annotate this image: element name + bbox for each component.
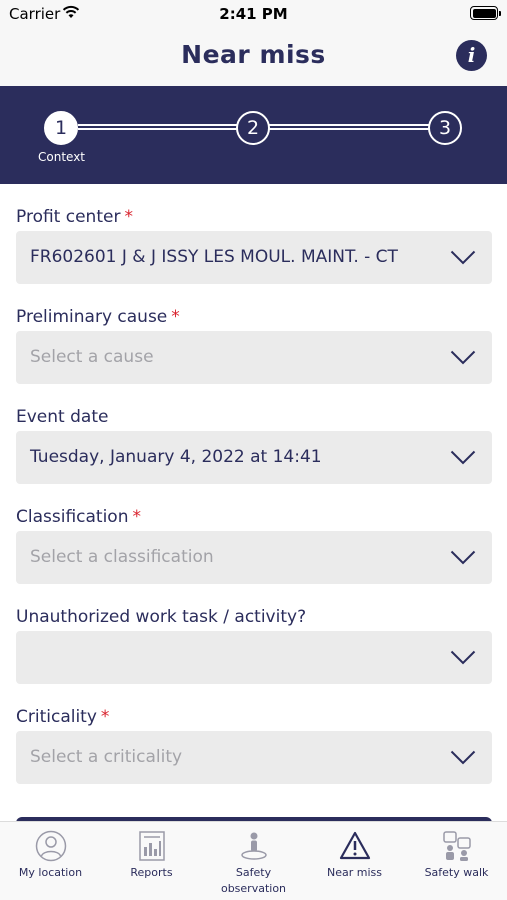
classification-label: Classification * [16,507,141,527]
step-1-circle[interactable]: 1 [44,111,78,145]
required-marker: * [100,707,110,727]
tab-safety-walk[interactable]: Safety walk [406,830,507,881]
required-marker: * [132,507,141,527]
classification-placeholder: Select a classification [30,547,214,567]
required-marker: * [171,307,180,327]
person-circle-icon [35,830,66,862]
event-date-value: Tuesday, January 4, 2022 at 14:41 [30,447,322,467]
page-title: Near miss [181,40,326,69]
safety-walk-icon [442,831,471,861]
tab-label: Reports [130,866,173,879]
tab-near-miss[interactable]: Near miss [304,830,405,881]
preliminary-cause-placeholder: Select a cause [30,347,154,367]
chevron-down-icon [450,350,476,365]
criticality-select[interactable]: Select a criticality [16,731,492,784]
chevron-down-icon [450,750,476,765]
tab-bar: My location Reports Safety observation N… [0,821,507,900]
bar-chart-icon [138,831,165,861]
step-2-circle[interactable]: 2 [236,111,270,145]
tab-label: Safety observation [220,866,287,895]
preliminary-cause-select[interactable]: Select a cause [16,331,492,384]
info-icon[interactable]: i [456,40,487,71]
stepper-connector [78,124,240,130]
tab-label: Near miss [327,866,382,879]
step-1-label: Context [38,150,86,164]
status-bar: Carrier 2:41 PM [0,0,507,28]
required-marker: * [124,207,133,227]
profit-center-value: FR602601 J & J ISSY LES MOUL. MAINT. - C… [30,247,398,267]
tab-label: My location [18,866,83,879]
chevron-down-icon [450,250,476,265]
chevron-down-icon [450,650,476,665]
chevron-down-icon [450,450,476,465]
profit-center-label: Profit center * [16,207,133,227]
criticality-placeholder: Select a criticality [30,747,183,767]
event-date-select[interactable]: Tuesday, January 4, 2022 at 14:41 [16,431,492,484]
unauthorized-task-label: Unauthorized work task / activity? [16,607,307,627]
status-time: 2:41 PM [219,5,288,23]
battery-icon [470,6,501,20]
profit-center-select[interactable]: FR602601 J & J ISSY LES MOUL. MAINT. - C… [16,231,492,284]
tab-reports[interactable]: Reports [101,830,202,881]
preliminary-cause-label: Preliminary cause * [16,307,180,327]
step-3-circle[interactable]: 3 [428,111,462,145]
tab-my-location[interactable]: My location [0,830,101,881]
chevron-down-icon [450,550,476,565]
stepper-connector [269,124,432,130]
tab-safety-observation[interactable]: Safety observation [203,830,304,897]
classification-select[interactable]: Select a classification [16,531,492,584]
tab-label: Safety walk [424,866,489,879]
unauthorized-task-select[interactable] [16,631,492,684]
observation-person-icon [240,832,267,860]
navigation-bar: Near miss i [0,28,507,86]
criticality-label: Criticality * [16,707,110,727]
event-date-label: Event date [16,407,109,427]
warning-triangle-icon [339,831,370,860]
